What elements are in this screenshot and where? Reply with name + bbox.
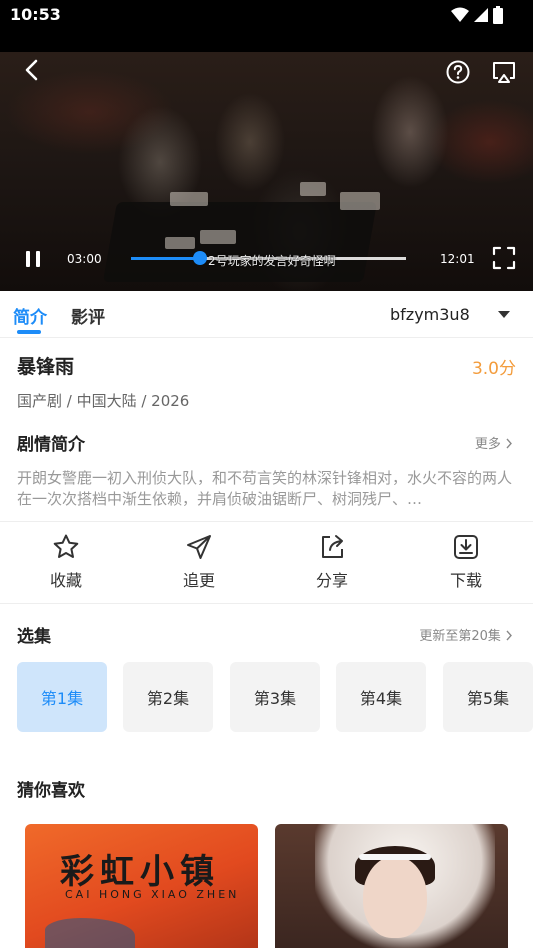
synopsis-more-link[interactable]: 更多 bbox=[475, 433, 513, 452]
source-selector[interactable]: bfzym3u8 bbox=[390, 305, 470, 324]
action-bar: 收藏 追更 分享 下载 bbox=[0, 521, 533, 603]
follow-label: 追更 bbox=[182, 571, 215, 590]
progress-handle[interactable] bbox=[192, 251, 207, 265]
chevron-down-icon[interactable] bbox=[498, 311, 510, 318]
episode-2[interactable]: 第2集 bbox=[123, 662, 213, 732]
subtitle-text: 2号玩家的发言好奇怪啊 bbox=[208, 254, 336, 268]
detail-tabs: 简介 影评 bfzym3u8 bbox=[0, 291, 533, 338]
download-button[interactable]: 下载 bbox=[426, 533, 506, 591]
divider bbox=[0, 603, 533, 604]
battery-icon bbox=[493, 6, 503, 24]
episodes-update-link[interactable]: 更新至第20集 bbox=[419, 625, 513, 644]
show-title: 暴锋雨 bbox=[17, 356, 75, 378]
share-icon bbox=[322, 535, 343, 558]
share-button[interactable]: 分享 bbox=[292, 533, 372, 591]
share-label: 分享 bbox=[315, 571, 348, 590]
score: 3.0分 bbox=[471, 359, 516, 379]
progress-fill bbox=[131, 257, 200, 260]
tab-intro[interactable]: 简介 bbox=[13, 303, 47, 328]
favorite-label: 收藏 bbox=[49, 571, 82, 590]
duration: 12:01 bbox=[440, 252, 475, 266]
cast-icon[interactable] bbox=[491, 60, 517, 84]
show-meta: 国产剧 / 中国大陆 / 2026 bbox=[17, 392, 190, 410]
back-icon[interactable] bbox=[20, 58, 44, 82]
download-label: 下载 bbox=[449, 571, 482, 590]
tab-review[interactable]: 影评 bbox=[71, 303, 105, 328]
episode-3[interactable]: 第3集 bbox=[230, 662, 320, 732]
follow-button[interactable]: 追更 bbox=[159, 533, 239, 591]
poster-subtitle: CAI HONG XIAO ZHEN bbox=[65, 888, 240, 901]
chevron-right-icon bbox=[506, 630, 512, 641]
favorite-button[interactable]: 收藏 bbox=[26, 533, 106, 591]
synopsis-text: 开朗女警鹿一初入刑侦大队，和不苟言笑的林深针锋相对，水火不容的两人在一次次搭档中… bbox=[17, 469, 513, 508]
chevron-right-icon bbox=[506, 438, 512, 449]
recommend-heading: 猜你喜欢 bbox=[17, 781, 85, 801]
help-icon[interactable] bbox=[446, 60, 470, 84]
episode-4[interactable]: 第4集 bbox=[336, 662, 426, 732]
download-icon bbox=[454, 535, 478, 559]
star-icon bbox=[53, 534, 79, 558]
current-time: 03:00 bbox=[67, 252, 102, 266]
wifi-icon bbox=[451, 7, 469, 22]
signal-icon bbox=[474, 8, 488, 22]
episodes-heading: 选集 bbox=[17, 627, 51, 647]
send-icon bbox=[187, 535, 211, 559]
more-label: 更多 bbox=[474, 437, 501, 452]
status-time: 10:53 bbox=[10, 5, 61, 24]
episode-5[interactable]: 第5集 bbox=[443, 662, 533, 732]
synopsis-heading: 剧情简介 bbox=[17, 435, 85, 455]
poster-title: 彩虹小镇 bbox=[60, 852, 220, 892]
pause-icon[interactable] bbox=[24, 250, 42, 268]
tab-indicator bbox=[17, 330, 41, 334]
recommend-poster[interactable] bbox=[275, 824, 508, 948]
video-player[interactable]: 03:00 2号玩家的发言好奇怪啊 12:01 bbox=[0, 30, 533, 291]
episodes-update-label: 更新至第20集 bbox=[419, 629, 501, 644]
recommend-poster[interactable]: 彩虹小镇 CAI HONG XIAO ZHEN bbox=[25, 824, 258, 948]
fullscreen-icon[interactable] bbox=[492, 246, 516, 270]
system-icons bbox=[451, 6, 503, 24]
episode-1[interactable]: 第1集 bbox=[17, 662, 107, 732]
status-bar: 10:53 bbox=[0, 0, 533, 30]
